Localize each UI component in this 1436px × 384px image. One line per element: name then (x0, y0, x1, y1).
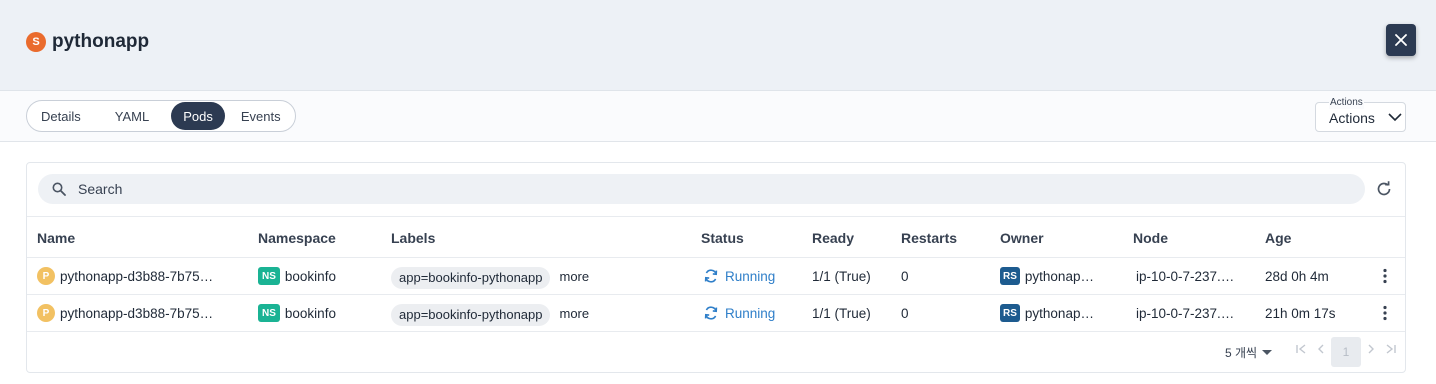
column-restarts[interactable]: Restarts (901, 230, 957, 246)
node-cell[interactable]: ip-10-0-7-237.… (1136, 295, 1234, 331)
close-button[interactable] (1386, 24, 1416, 56)
more-vertical-icon[interactable] (1379, 305, 1391, 321)
actions-label: Actions (1329, 110, 1375, 126)
actions-caption: Actions (1329, 97, 1364, 109)
status-cell: Running (703, 258, 775, 294)
search-icon (52, 182, 66, 196)
table-header: Name Namespace Labels Status Ready Resta… (27, 216, 1405, 258)
age-cell: 28d 0h 4m (1265, 268, 1329, 284)
column-labels[interactable]: Labels (391, 230, 435, 246)
namespace-name[interactable]: bookinfo (285, 306, 336, 321)
caret-down-icon (1262, 349, 1273, 355)
table-row: P pythonapp-d3b88-7b75… NS bookinfo app=… (27, 295, 1405, 332)
pod-name[interactable]: pythonapp-d3b88-7b75… (60, 306, 213, 321)
column-namespace[interactable]: Namespace (258, 230, 336, 246)
pods-card: Search Name Namespace Labels Status Read… (26, 162, 1406, 373)
namespace-cell[interactable]: NS bookinfo (258, 258, 336, 294)
search-placeholder: Search (78, 181, 123, 197)
pod-name-cell[interactable]: P pythonapp-d3b88-7b75… (37, 258, 213, 294)
pod-name[interactable]: pythonapp-d3b88-7b75… (60, 269, 213, 284)
node-cell[interactable]: ip-10-0-7-237.… (1136, 258, 1234, 294)
pod-name-cell[interactable]: P pythonapp-d3b88-7b75… (37, 295, 213, 331)
more-labels-link[interactable]: more (559, 269, 589, 284)
owner-cell[interactable]: RS pythonap… (1000, 258, 1094, 294)
restarts-cell: 0 (901, 305, 909, 321)
detail-header: S pythonapp (0, 0, 1436, 91)
pagination: 5 개씩 1 (27, 336, 1405, 374)
rows-per-page-value: 5 개씩 (1225, 346, 1258, 360)
last-page-icon[interactable] (1385, 343, 1397, 355)
replicaset-badge: RS (1000, 267, 1020, 285)
owner-name[interactable]: pythonap… (1025, 306, 1094, 321)
tab-bar: Details YAML Pods Events Actions Actions (0, 91, 1436, 142)
prev-page-icon[interactable] (1316, 343, 1326, 355)
namespace-badge: NS (258, 304, 280, 322)
title-wrap: S pythonapp (26, 31, 149, 53)
table-row: P pythonapp-d3b88-7b75… NS bookinfo app=… (27, 258, 1405, 295)
page-title: pythonapp (52, 31, 150, 52)
close-icon (1395, 34, 1407, 46)
namespace-badge: NS (258, 267, 280, 285)
column-age[interactable]: Age (1265, 230, 1291, 246)
pod-badge: P (37, 267, 55, 285)
restarts-cell: 0 (901, 268, 909, 284)
more-vertical-icon[interactable] (1379, 268, 1391, 284)
status-text: Running (725, 268, 776, 284)
owner-name[interactable]: pythonap… (1025, 269, 1094, 284)
column-status[interactable]: Status (701, 230, 744, 246)
tab-pods[interactable]: Pods (171, 102, 225, 130)
refresh-icon[interactable] (1375, 180, 1393, 198)
sync-icon (704, 306, 718, 320)
search-input[interactable]: Search (38, 174, 1365, 204)
label-chip: app=bookinfo-pythonapp (391, 303, 551, 326)
label-chip: app=bookinfo-pythonapp (391, 266, 551, 289)
tab-yaml[interactable]: YAML (93, 102, 171, 130)
tab-details[interactable]: Details (29, 102, 93, 130)
column-name[interactable]: Name (37, 230, 75, 246)
next-page-icon[interactable] (1366, 343, 1376, 355)
status-cell: Running (703, 295, 775, 331)
ready-cell: 1/1 (True) (812, 305, 871, 321)
ready-cell: 1/1 (True) (812, 268, 871, 284)
owner-cell[interactable]: RS pythonap… (1000, 295, 1094, 331)
column-ready[interactable]: Ready (812, 230, 854, 246)
tab-events[interactable]: Events (229, 102, 293, 130)
namespace-name[interactable]: bookinfo (285, 269, 336, 284)
status-text: Running (725, 305, 776, 321)
page-current[interactable]: 1 (1331, 337, 1361, 367)
rows-per-page-select[interactable]: 5 개씩 (1225, 344, 1273, 361)
first-page-icon[interactable] (1295, 343, 1307, 355)
actions-dropdown[interactable]: Actions Actions (1315, 97, 1406, 132)
age-cell: 21h 0m 17s (1265, 305, 1336, 321)
more-labels-link[interactable]: more (559, 306, 589, 321)
column-owner[interactable]: Owner (1000, 230, 1044, 246)
column-node[interactable]: Node (1133, 230, 1168, 246)
namespace-cell[interactable]: NS bookinfo (258, 295, 336, 331)
sync-icon (704, 269, 718, 283)
service-badge: S (26, 32, 46, 52)
tabs: Details YAML Pods Events (26, 100, 296, 132)
pod-badge: P (37, 304, 55, 322)
labels-cell: app=bookinfo-pythonapp more (391, 258, 589, 294)
labels-cell: app=bookinfo-pythonapp more (391, 295, 589, 331)
chevron-down-icon (1388, 113, 1402, 122)
replicaset-badge: RS (1000, 304, 1020, 322)
